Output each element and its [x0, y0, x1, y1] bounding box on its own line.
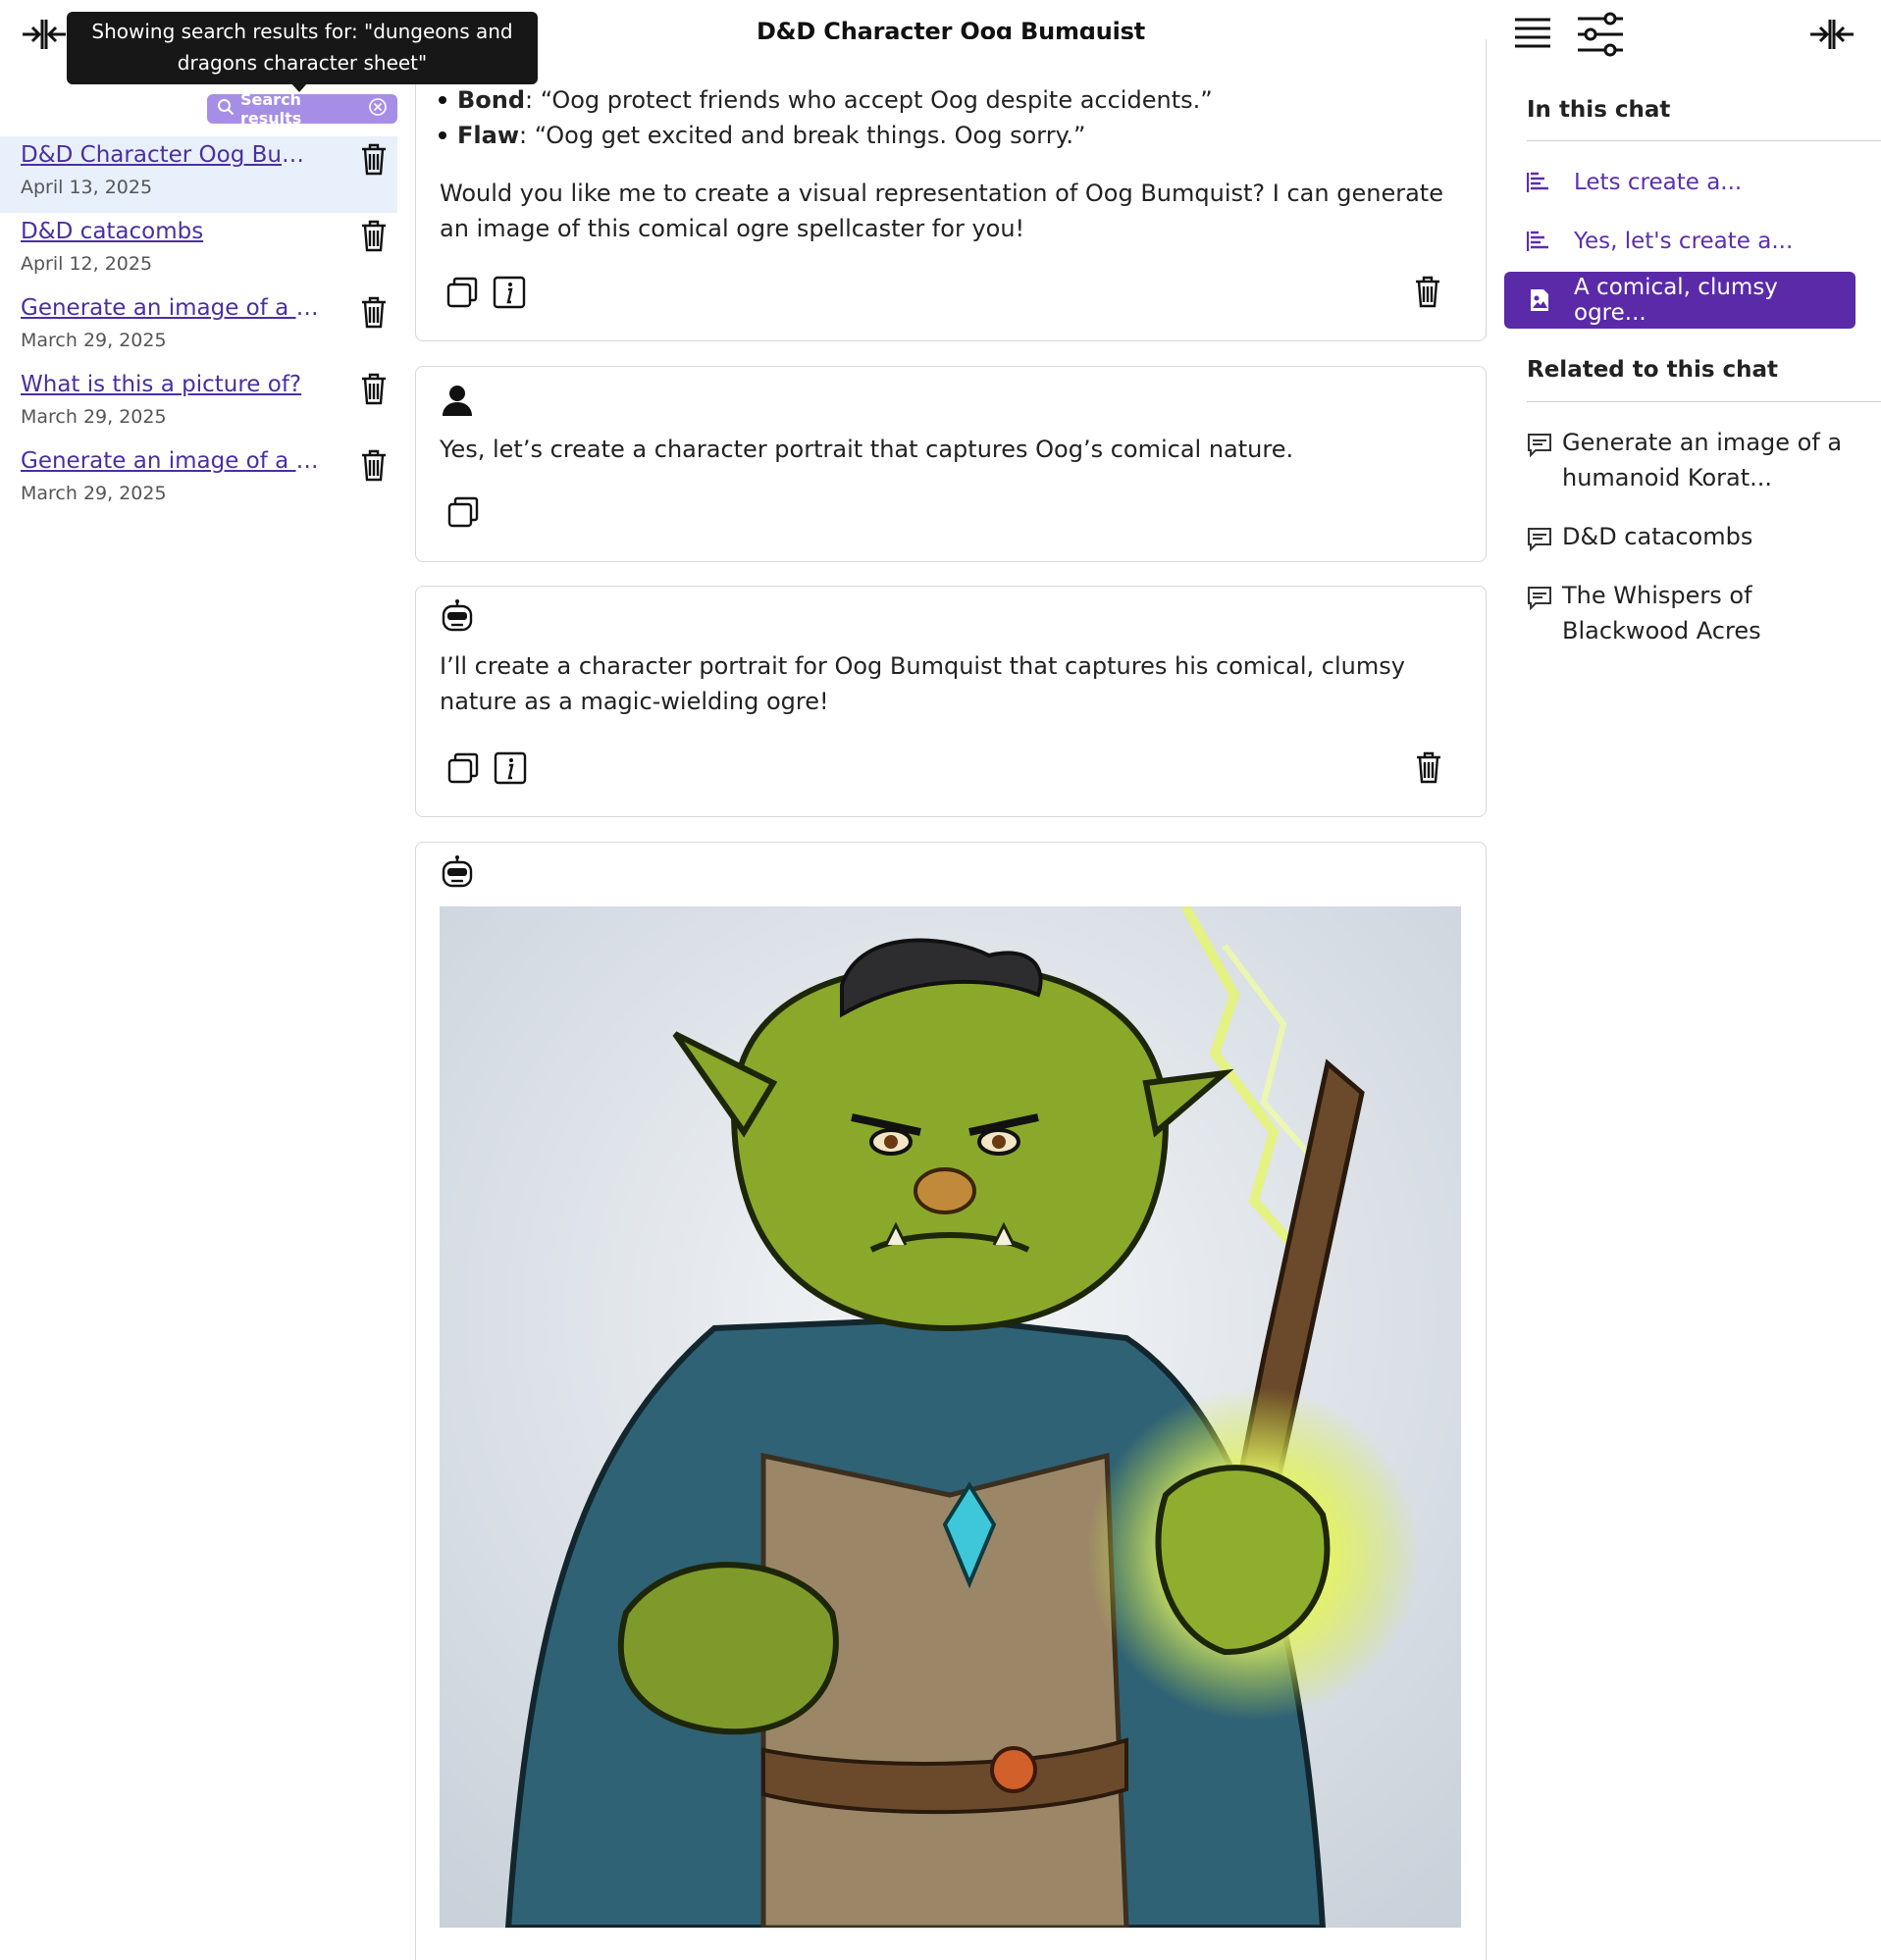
related-heading: Related to this chat	[1527, 357, 1779, 383]
conversation-title[interactable]: What is this a picture of?	[21, 370, 325, 399]
settings-sliders-icon[interactable]	[1576, 10, 1625, 59]
in-chat-item[interactable]: Yes, let's create a...	[1527, 213, 1855, 270]
conversation-item[interactable]: Generate an image of a co... March 29, 2…	[0, 442, 397, 519]
in-chat-item-label: A comical, clumsy ogre...	[1574, 275, 1778, 326]
text-lines-icon	[1527, 170, 1552, 195]
copy-icon[interactable]	[445, 750, 481, 786]
menu-icon[interactable]	[1511, 14, 1554, 53]
info-icon[interactable]	[492, 275, 527, 310]
user-message-card: Yes, let’s create a character portrait t…	[415, 366, 1487, 562]
related-item[interactable]: Generate an image of a humanoid Korat...	[1527, 425, 1860, 495]
collapse-panel-icon[interactable]	[1807, 14, 1856, 55]
conversation-item[interactable]: What is this a picture of? March 29, 202…	[0, 366, 397, 442]
conversation-date: April 12, 2025	[21, 253, 153, 275]
divider	[1527, 140, 1881, 141]
search-icon	[217, 98, 235, 120]
conversation-date: March 29, 2025	[21, 483, 167, 504]
trait-list: Bond: “Oog protect friends who accept Oo…	[439, 82, 1213, 153]
related-item[interactable]: D&D catacombs	[1527, 519, 1860, 554]
trash-icon[interactable]	[359, 142, 389, 176]
search-tooltip: Showing search results for: "dungeons an…	[67, 12, 538, 84]
conversation-title[interactable]: Generate an image of a hu...	[21, 293, 325, 323]
in-this-chat-heading: In this chat	[1527, 97, 1671, 123]
divider	[1527, 401, 1881, 402]
text-lines-icon	[1527, 229, 1552, 254]
message-text: Would you like me to create a visual rep…	[440, 180, 1443, 242]
conversation-date: April 13, 2025	[21, 177, 153, 198]
message-text: I’ll create a character portrait for Oog…	[440, 652, 1405, 715]
conversation-date: March 29, 2025	[21, 406, 167, 428]
assistant-message-card: I’ll create a character portrait for Oog…	[415, 586, 1487, 817]
conversation-item[interactable]: Generate an image of a hu... March 29, 2…	[0, 289, 397, 366]
tooltip-arrow	[290, 82, 308, 92]
related-item-label: D&D catacombs	[1562, 523, 1753, 550]
trash-icon[interactable]	[359, 219, 389, 252]
in-chat-item-label: Lets create a...	[1574, 170, 1743, 195]
related-item-label: Generate an image of a humanoid Korat...	[1562, 429, 1843, 491]
copy-icon[interactable]	[445, 494, 481, 530]
search-results-chip[interactable]: Search results	[207, 90, 397, 128]
chat-icon	[1527, 526, 1552, 552]
user-avatar-icon	[440, 383, 475, 418]
conversation-title[interactable]: Generate an image of a co...	[21, 446, 325, 476]
chat-icon	[1527, 585, 1552, 611]
search-chip-label: Search results	[240, 90, 302, 128]
generated-ogre-image[interactable]	[440, 906, 1461, 1928]
clear-search-icon[interactable]	[368, 97, 388, 121]
trash-icon[interactable]	[359, 295, 389, 329]
trait-flaw: Flaw: “Oog get excited and break things.…	[439, 118, 1213, 153]
related-item[interactable]: The Whispers of Blackwood Acres	[1527, 578, 1860, 648]
message-text: Yes, let’s create a character portrait t…	[440, 436, 1294, 463]
copy-icon[interactable]	[444, 275, 480, 310]
conversation-title[interactable]: D&D catacombs	[21, 217, 325, 246]
in-chat-item[interactable]: Lets create a...	[1527, 154, 1855, 211]
related-item-label: The Whispers of Blackwood Acres	[1562, 582, 1761, 645]
in-chat-item-active[interactable]: A comical, clumsy ogre...	[1504, 272, 1855, 329]
robot-avatar-icon	[440, 854, 475, 890]
info-icon[interactable]	[493, 750, 528, 786]
chat-icon	[1527, 432, 1552, 458]
trash-icon[interactable]	[1413, 275, 1448, 310]
trash-icon[interactable]	[1414, 750, 1449, 786]
conversation-date: March 29, 2025	[21, 330, 167, 351]
robot-avatar-icon	[440, 598, 475, 634]
conversation-list: D&D Character Oog Bumq... April 13, 2025…	[0, 136, 397, 519]
image-icon	[1527, 287, 1552, 313]
conversation-item[interactable]: D&D catacombs April 12, 2025	[0, 213, 397, 289]
trash-icon[interactable]	[359, 448, 389, 482]
conversation-item[interactable]: D&D Character Oog Bumq... April 13, 2025	[0, 136, 397, 213]
trait-bond: Bond: “Oog protect friends who accept Oo…	[439, 82, 1213, 118]
trash-icon[interactable]	[359, 372, 389, 405]
conversation-title[interactable]: D&D Character Oog Bumq...	[21, 140, 325, 170]
in-chat-item-label: Yes, let's create a...	[1574, 229, 1794, 254]
